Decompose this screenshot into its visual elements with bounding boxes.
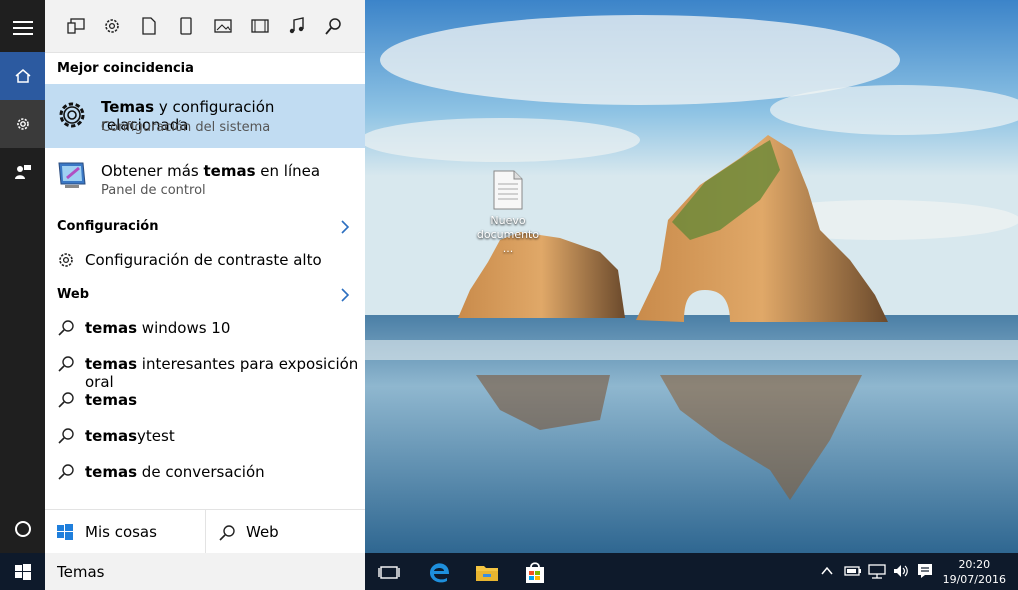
task-view-icon[interactable] <box>376 559 402 585</box>
chevron-up-icon[interactable] <box>820 565 834 577</box>
search-icon <box>58 356 74 372</box>
web-suggestion[interactable]: temas de conversación <box>45 454 365 490</box>
filter-bar <box>45 0 365 53</box>
tab-web-label: Web <box>246 523 279 541</box>
desktop-file-label: Nuevo documento ... <box>476 214 540 255</box>
settings-button[interactable] <box>0 100 45 148</box>
document-icon <box>493 170 523 210</box>
cortana-button[interactable] <box>0 505 45 553</box>
online-themes-bold: temas <box>203 162 256 180</box>
taskbar: 20:20 19/07/2016 <box>0 553 1018 590</box>
volume-icon[interactable] <box>892 563 910 579</box>
phone-icon <box>180 17 192 35</box>
web-suggestion[interactable]: temasytest <box>45 418 365 454</box>
windows-icon <box>14 563 31 580</box>
tab-my-stuff-label: Mis cosas <box>85 523 157 541</box>
online-themes-post: en línea <box>255 162 321 180</box>
gear-icon <box>16 118 29 130</box>
settings-item-label: Configuración de contraste alto <box>85 251 322 269</box>
best-match-title-bold: Temas <box>101 98 155 116</box>
document-icon <box>142 17 156 35</box>
action-center-icon[interactable] <box>916 562 934 580</box>
web-suggestion[interactable]: temas interesantes para exposición oral <box>45 346 365 391</box>
web-suggestion-text: temasytest <box>85 427 175 445</box>
search-icon <box>58 428 74 444</box>
control-panel-icon <box>58 162 86 188</box>
chevron-right-icon[interactable] <box>339 287 351 303</box>
web-suggestion-bold: temas <box>85 319 138 337</box>
desktop-file-icon[interactable]: Nuevo documento ... <box>470 170 546 256</box>
photo-icon <box>214 19 232 33</box>
filter-documents[interactable] <box>137 14 161 38</box>
apps-icon <box>67 18 85 34</box>
web-heading: Web <box>57 287 89 302</box>
web-suggestion-text: temas <box>85 391 137 409</box>
windows-icon <box>57 524 73 540</box>
search-scope-tabs: Mis cosas Web <box>45 509 365 554</box>
search-icon <box>325 18 341 35</box>
chevron-right-icon[interactable] <box>339 219 351 235</box>
search-input[interactable] <box>57 561 357 583</box>
best-match-heading: Mejor coincidencia <box>57 61 194 76</box>
best-match-result[interactable]: Temas y configuración relacionada Config… <box>45 84 365 148</box>
battery-icon[interactable] <box>844 563 862 579</box>
filter-music[interactable] <box>285 14 309 38</box>
search-icon <box>219 525 235 541</box>
web-suggestion-bold: temas <box>85 391 138 409</box>
clock-date: 19/07/2016 <box>942 573 1006 586</box>
best-match-subtitle: Configuración del sistema <box>101 120 271 135</box>
video-icon <box>251 19 269 33</box>
search-box[interactable] <box>45 553 365 590</box>
filter-apps[interactable] <box>64 14 88 38</box>
tab-web[interactable]: Web <box>206 510 365 554</box>
home-icon <box>15 69 30 83</box>
search-icon <box>58 320 74 336</box>
filter-videos[interactable] <box>248 14 272 38</box>
web-suggestion-bold: temas <box>85 427 138 445</box>
web-suggestion-text: temas de conversación <box>85 463 265 481</box>
online-themes-pre: Obtener más <box>101 162 204 180</box>
search-results-panel: Mejor coincidencia Temas y configuración… <box>45 0 365 554</box>
settings-icon <box>105 19 119 33</box>
file-explorer-icon[interactable] <box>474 559 500 585</box>
tab-my-stuff[interactable]: Mis cosas <box>45 510 206 554</box>
filter-web[interactable] <box>322 14 346 38</box>
filter-phone[interactable] <box>174 14 198 38</box>
web-suggestion-rest: de conversación <box>137 463 265 481</box>
online-themes-subtitle: Panel de control <box>101 183 206 198</box>
web-suggestion-bold: temas <box>85 463 138 481</box>
web-suggestion[interactable]: temas <box>45 382 365 418</box>
web-suggestion-bold: temas <box>85 355 138 373</box>
search-icon <box>58 464 74 480</box>
filter-settings[interactable] <box>100 14 124 38</box>
hamburger-button[interactable] <box>0 4 45 52</box>
hamburger-icon <box>12 21 33 35</box>
edge-icon[interactable] <box>426 559 452 585</box>
gear-icon <box>59 253 73 267</box>
start-button[interactable] <box>0 553 45 590</box>
feedback-button[interactable] <box>0 148 45 196</box>
home-button[interactable] <box>0 52 45 100</box>
network-icon[interactable] <box>868 563 886 579</box>
web-suggestion-text: temas windows 10 <box>85 319 230 337</box>
settings-heading: Configuración <box>57 219 159 234</box>
gear-icon <box>59 102 85 128</box>
music-icon <box>289 17 304 34</box>
feedback-icon <box>14 165 31 179</box>
clock-time: 20:20 <box>958 558 991 571</box>
online-themes-title: Obtener más temas en línea <box>101 162 320 180</box>
web-suggestion[interactable]: temas windows 10 <box>45 310 365 346</box>
system-clock[interactable]: 20:20 19/07/2016 <box>943 557 1006 587</box>
web-suggestion-rest: windows 10 <box>137 319 231 337</box>
start-rail <box>0 0 45 553</box>
online-themes-result[interactable]: Obtener más temas en línea Panel de cont… <box>45 148 365 206</box>
store-icon[interactable] <box>522 559 548 585</box>
filter-photos[interactable] <box>211 14 235 38</box>
cortana-circle-icon <box>14 521 31 537</box>
web-suggestion-rest: ytest <box>137 427 175 445</box>
settings-item-high-contrast[interactable]: Configuración de contraste alto <box>45 242 365 278</box>
search-icon <box>58 392 74 408</box>
